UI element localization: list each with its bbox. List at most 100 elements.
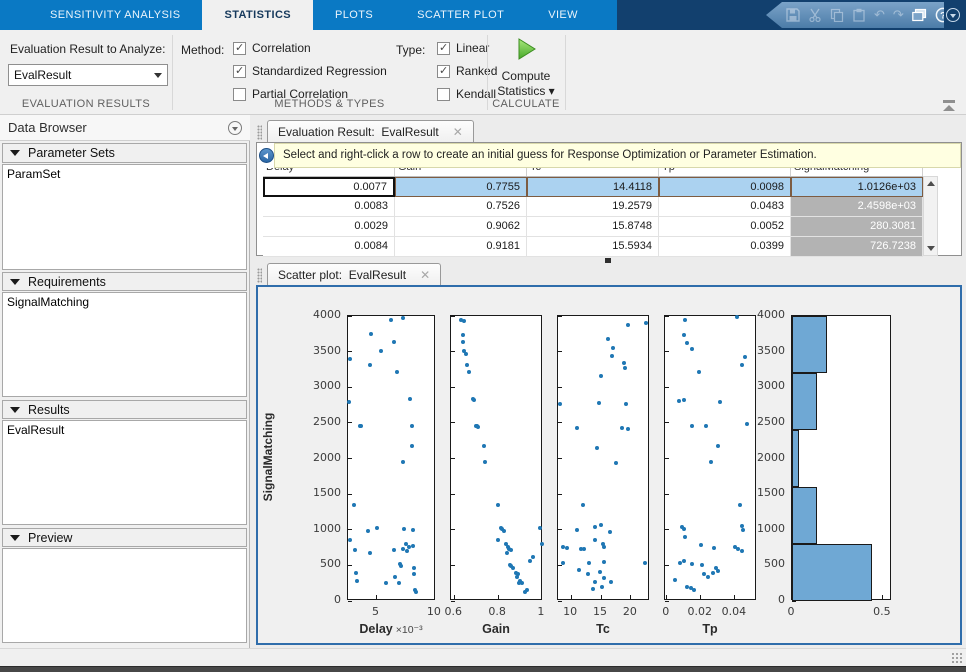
y-tick bbox=[451, 316, 455, 317]
toolstrip-tab-scatter-plot[interactable]: SCATTER PLOT bbox=[395, 0, 526, 30]
table-cell[interactable]: 19.2579 bbox=[527, 197, 659, 217]
x-tick bbox=[601, 595, 602, 599]
data-browser-header: Data Browser bbox=[0, 115, 250, 141]
resize-grip[interactable] bbox=[951, 652, 963, 664]
table-row[interactable]: 0.00290.906215.87480.0052280.3081 bbox=[263, 217, 923, 237]
table-row[interactable]: 0.00830.752619.25790.04832.4598e+03 bbox=[263, 197, 923, 217]
checkbox-linear[interactable]: Linear bbox=[437, 41, 489, 55]
data-point bbox=[678, 561, 682, 565]
table-cell[interactable]: 0.7755 bbox=[395, 177, 527, 197]
toolbar-options-icon[interactable] bbox=[946, 8, 960, 22]
toolstrip-tab-sensitivity-analysis[interactable]: SENSITIVITY ANALYSIS bbox=[28, 0, 202, 30]
checkbox-icon[interactable] bbox=[233, 42, 246, 55]
layout-icon[interactable] bbox=[912, 7, 927, 23]
column-header-tc[interactable]: Tc bbox=[527, 168, 659, 176]
column-header-gain[interactable]: Gain bbox=[395, 168, 527, 176]
checkbox-standardized-regression[interactable]: Standardized Regression bbox=[233, 64, 387, 78]
data-point bbox=[711, 571, 715, 575]
checkbox-correlation[interactable]: Correlation bbox=[233, 41, 311, 55]
data-point bbox=[538, 526, 542, 530]
column-header-tp[interactable]: Tp bbox=[659, 168, 791, 176]
save-icon[interactable] bbox=[786, 7, 800, 23]
eval-result-dropdown[interactable]: EvalResult bbox=[8, 64, 168, 86]
list-item-evalresult[interactable]: EvalResult bbox=[3, 421, 246, 438]
section-header-preview[interactable]: Preview bbox=[2, 528, 247, 547]
table-cell[interactable]: 0.0098 bbox=[659, 177, 791, 197]
scroll-down-icon[interactable] bbox=[924, 242, 937, 255]
table-cell[interactable]: 14.4118 bbox=[527, 177, 659, 197]
panel-menu-icon[interactable] bbox=[228, 121, 242, 135]
toolstrip-tab-plots[interactable]: PLOTS bbox=[313, 0, 395, 30]
y-tick bbox=[558, 494, 562, 495]
y-tick bbox=[451, 529, 455, 530]
table-cell[interactable]: 0.0077 bbox=[263, 177, 395, 197]
table-row[interactable]: 0.00840.918115.59340.0399726.7238 bbox=[263, 237, 923, 257]
redo-icon[interactable]: ↷ bbox=[893, 7, 904, 23]
table-scrollbar[interactable] bbox=[923, 176, 938, 256]
table-cell[interactable]: 0.0052 bbox=[659, 217, 791, 237]
tab-scatter-plot[interactable]: Scatter plot: EvalResult ✕ bbox=[267, 263, 441, 285]
scatter-axes-delay bbox=[347, 315, 435, 600]
undo-icon[interactable]: ↶ bbox=[874, 7, 885, 23]
table-cell[interactable]: 0.0083 bbox=[263, 197, 395, 217]
checkbox-icon[interactable] bbox=[437, 65, 450, 78]
data-point bbox=[414, 590, 418, 594]
table-cell[interactable]: 0.0483 bbox=[659, 197, 791, 217]
data-point bbox=[716, 569, 720, 573]
paste-icon[interactable] bbox=[852, 7, 866, 23]
table-cell[interactable]: 0.9181 bbox=[395, 237, 527, 257]
data-point bbox=[354, 571, 358, 575]
toolstrip-tab-statistics[interactable]: STATISTICS bbox=[202, 0, 313, 30]
table-row[interactable]: 0.00770.775514.41180.00981.0126e+03 bbox=[263, 177, 923, 197]
data-point bbox=[353, 548, 357, 552]
checkbox-icon[interactable] bbox=[437, 42, 450, 55]
close-icon[interactable]: ✕ bbox=[420, 268, 430, 282]
table-cell[interactable]: 2.4598e+03 bbox=[791, 197, 923, 217]
y-tick bbox=[348, 387, 352, 388]
tab-drag-handle[interactable] bbox=[257, 268, 262, 283]
checkbox-ranked[interactable]: Ranked bbox=[437, 64, 497, 78]
section-header-parameter-sets[interactable]: Parameter Sets bbox=[2, 143, 247, 163]
data-point bbox=[622, 361, 626, 365]
data-point bbox=[718, 400, 722, 404]
table-cell[interactable]: 15.5934 bbox=[527, 237, 659, 257]
column-header-delay[interactable]: Delay bbox=[263, 168, 395, 176]
table-cell[interactable]: 0.0084 bbox=[263, 237, 395, 257]
collapse-info-icon[interactable] bbox=[259, 148, 274, 163]
table-cell[interactable]: 1.0126e+03 bbox=[791, 177, 923, 197]
y-tick-label: 1000 bbox=[299, 522, 341, 535]
copy-icon[interactable] bbox=[830, 7, 844, 23]
checkbox-icon[interactable] bbox=[233, 65, 246, 78]
table-cell[interactable]: 280.3081 bbox=[791, 217, 923, 237]
toolstrip-tab-view[interactable]: VIEW bbox=[526, 0, 600, 30]
data-point bbox=[496, 503, 500, 507]
x-axis-label-tp: Tp bbox=[650, 622, 770, 636]
section-header-results[interactable]: Results bbox=[2, 400, 247, 419]
scatter-axes-gain bbox=[450, 315, 542, 600]
table-cell[interactable]: 0.7526 bbox=[395, 197, 527, 217]
close-icon[interactable]: ✕ bbox=[453, 125, 463, 139]
splitter-handle[interactable] bbox=[605, 258, 611, 263]
y-tick bbox=[665, 601, 669, 602]
tab-evaluation-result[interactable]: Evaluation Result: EvalResult ✕ bbox=[267, 120, 474, 142]
cut-icon[interactable] bbox=[808, 7, 822, 23]
column-header-signalmatching[interactable]: SignalMatching bbox=[791, 168, 923, 176]
data-point bbox=[682, 527, 686, 531]
data-point bbox=[523, 590, 527, 594]
list-item-signalmatching[interactable]: SignalMatching bbox=[3, 293, 246, 310]
list-item-paramset[interactable]: ParamSet bbox=[3, 165, 246, 182]
collapse-triangle-icon bbox=[10, 150, 20, 156]
table-cell[interactable]: 0.0399 bbox=[659, 237, 791, 257]
table-cell[interactable]: 0.9062 bbox=[395, 217, 527, 237]
collapse-ribbon-icon[interactable] bbox=[942, 100, 956, 112]
section-header-requirements[interactable]: Requirements bbox=[2, 272, 247, 291]
data-point bbox=[461, 340, 465, 344]
table-cell[interactable]: 0.0029 bbox=[263, 217, 395, 237]
tab-drag-handle[interactable] bbox=[257, 125, 262, 140]
histogram-bar bbox=[792, 373, 817, 430]
table-cell[interactable]: 726.7238 bbox=[791, 237, 923, 257]
title-bar: SENSITIVITY ANALYSISSTATISTICSPLOTSSCATT… bbox=[0, 0, 966, 30]
table-cell[interactable]: 15.8748 bbox=[527, 217, 659, 237]
y-tick-label: 3500 bbox=[743, 344, 785, 357]
scroll-up-icon[interactable] bbox=[924, 177, 937, 190]
